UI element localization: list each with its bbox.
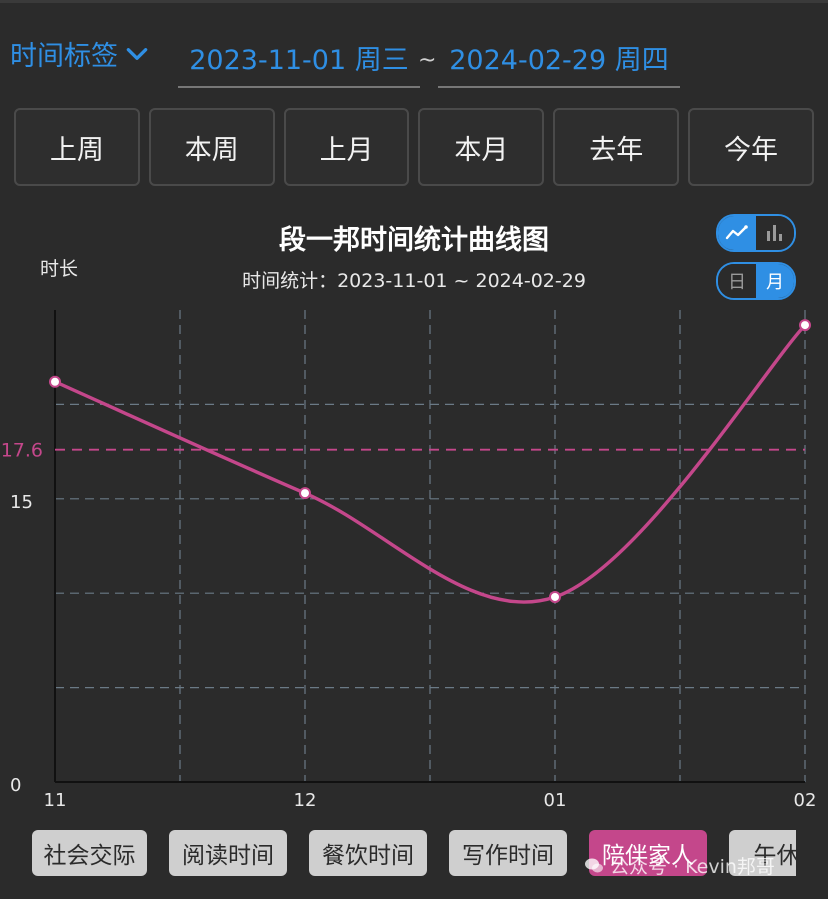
data-point [799,319,811,332]
line-chart-icon [725,225,748,240]
watermark-text: 公众号 · Kevin邦哥 [610,856,775,878]
bar-chart-icon [767,225,782,241]
x-tick-label: 01 [544,790,567,811]
category-chip[interactable]: 写作时间 [449,830,567,876]
date-range-bar: 时间标签 2023-11-01 周三 ~ 2024-02-29 周四 [0,20,828,90]
this-month-button[interactable]: 本月 [418,108,545,186]
start-date-value: 2023-11-01 周三 [189,44,409,76]
line-chart: 17.6 0 15 11 12 01 02 [1,310,817,811]
bar-chart-toggle[interactable] [756,216,794,250]
x-tick-label: 11 [44,790,67,811]
date-separator: ~ [418,48,437,73]
chart-subtitle: 时间统计：2023-11-01 ~ 2024-02-29 [242,270,586,292]
data-point [299,487,311,500]
x-tick-label: 12 [294,790,317,811]
y-tick-label: 0 [10,775,21,796]
line-chart-toggle[interactable] [718,216,756,250]
this-week-button[interactable]: 本周 [148,108,275,186]
category-chip[interactable]: 餐饮时间 [309,830,427,876]
category-chip[interactable]: 社会交际 [32,830,147,876]
chart-title: 段一邦时间统计曲线图 [279,225,549,256]
quick-range-buttons: 上周 本周 上月 本月 去年 今年 [14,108,814,188]
time-tag-label: 时间标签 [10,41,118,72]
last-month-button[interactable]: 上月 [283,108,410,186]
data-point [49,375,61,388]
end-date-value: 2024-02-29 周四 [449,44,669,76]
top-divider [0,0,828,3]
y-tick-label: 15 [10,492,33,513]
time-tag-dropdown[interactable]: 时间标签 [10,34,150,73]
last-year-button[interactable]: 去年 [553,108,680,186]
y-axis-label: 时长 [40,258,79,280]
x-tick-label: 02 [794,790,817,811]
average-label: 17.6 [1,440,43,462]
chevron-down-icon [126,47,148,60]
data-point [549,590,561,603]
watermark: 公众号 · Kevin邦哥 [584,852,775,879]
last-week-button[interactable]: 上周 [14,108,140,186]
start-date-field[interactable]: 2023-11-01 周三 [178,28,420,88]
category-chip[interactable]: 阅读时间 [169,830,287,876]
end-date-field[interactable]: 2024-02-29 周四 [438,28,680,88]
this-year-button[interactable]: 今年 [688,108,814,186]
chart-type-toggle [716,214,796,252]
wechat-icon [585,858,603,872]
